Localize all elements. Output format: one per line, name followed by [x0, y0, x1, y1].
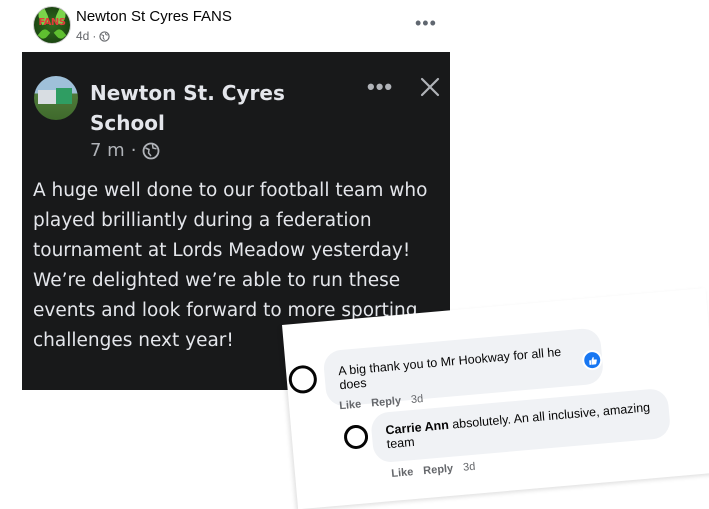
school-avatar[interactable]: [34, 76, 78, 120]
comments-screenshot: A big thank you to Mr Hookway for all he…: [282, 287, 709, 509]
shared-post-time[interactable]: 7 m: [90, 140, 125, 161]
globe-icon: [99, 30, 111, 42]
reply-author[interactable]: Carrie Ann: [385, 418, 449, 437]
reply-time[interactable]: 3d: [463, 461, 476, 474]
leaf-shape: [53, 27, 67, 41]
shared-more-options-button[interactable]: •••: [367, 74, 393, 100]
post-header: FANS Newton St Cyres FANS 4d · •••: [0, 0, 709, 50]
shared-post-meta: 7 m ·: [90, 140, 160, 161]
page-name[interactable]: Newton St Cyres FANS: [76, 8, 232, 25]
separator-dot: ·: [92, 29, 97, 43]
post-meta: 4d ·: [76, 29, 111, 43]
page-avatar[interactable]: FANS: [33, 6, 71, 44]
comment-text: A big thank you to Mr Hookway for all he…: [337, 344, 562, 393]
comment-time[interactable]: 3d: [410, 393, 423, 406]
like-button[interactable]: Like: [391, 466, 414, 480]
avatar-logo-text: FANS: [38, 17, 67, 28]
building-shape: [56, 88, 72, 104]
leaf-shape: [37, 27, 51, 41]
shared-author-name[interactable]: Newton St. Cyres School: [90, 78, 340, 138]
close-icon[interactable]: [419, 76, 441, 98]
separator-dot: ·: [130, 140, 137, 161]
thumbs-up-icon: [588, 356, 597, 365]
globe-icon: [143, 142, 160, 159]
more-options-button[interactable]: •••: [415, 13, 437, 34]
building-shape: [38, 90, 56, 104]
like-button[interactable]: Like: [339, 398, 362, 412]
post-time[interactable]: 4d: [76, 29, 89, 43]
